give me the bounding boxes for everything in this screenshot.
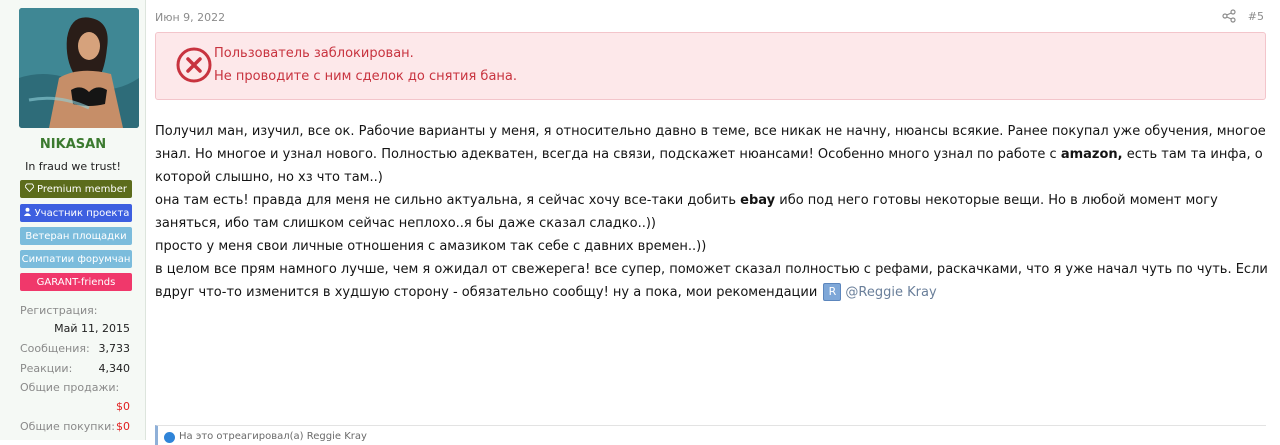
- badge-sympathy: Симпатии форумчан: [20, 250, 132, 268]
- purchases-value: $0: [116, 420, 130, 433]
- post-actions: #5: [1222, 9, 1264, 23]
- ban-warning: Не проводите с ним сделок до снятия бана…: [214, 69, 518, 84]
- message-bold: ebay: [740, 193, 776, 208]
- badge-label: Premium member: [37, 183, 127, 195]
- registration-value: Май 11, 2015: [54, 322, 130, 335]
- reactions-label: Реакции:: [20, 362, 73, 375]
- messages-label: Сообщения:: [20, 342, 90, 355]
- post-date[interactable]: Июн 9, 2022: [155, 11, 225, 24]
- badge-project-member: Участник проекта: [20, 204, 132, 222]
- reactions-bar[interactable]: На это отреагировал(а) Reggie Kray: [155, 425, 1266, 445]
- share-icon[interactable]: [1222, 9, 1236, 23]
- username[interactable]: NIKASAN: [0, 137, 146, 152]
- post-number[interactable]: #5: [1248, 10, 1264, 23]
- message-bold: amazon,: [1060, 147, 1123, 162]
- message-paragraph: Получил ман, изучил, все ок. Рабочие вар…: [155, 120, 1270, 189]
- mention-link[interactable]: @Reggie Kray: [845, 285, 936, 300]
- post-message: Получил ман, изучил, все ок. Рабочие вар…: [155, 120, 1270, 304]
- badge-label: Симпатии форумчан: [21, 253, 131, 265]
- reactions-text[interactable]: На это отреагировал(а) Reggie Kray: [179, 431, 367, 442]
- user-icon: [23, 207, 32, 219]
- banned-x-icon: [175, 46, 213, 84]
- badge-garant-friends: GARANT-friends: [20, 273, 132, 291]
- user-sidebar: NIKASAN In fraud we trust! Premium membe…: [0, 0, 146, 440]
- message-paragraph: просто у меня свои личные отношения с ам…: [155, 239, 707, 254]
- avatar[interactable]: [19, 8, 139, 128]
- avatar-image: [19, 8, 139, 128]
- diamond-icon: [24, 183, 35, 195]
- badge-label: Ветеран площадки: [25, 230, 127, 242]
- ban-title: Пользователь заблокирован.: [214, 46, 414, 61]
- sales-value: $0: [116, 400, 130, 413]
- message-text: в целом все прям намного лучше, чем я ож…: [155, 262, 1268, 300]
- like-icon: [164, 432, 175, 443]
- reactions-value: 4,340: [98, 362, 131, 375]
- badge-label: Участник проекта: [34, 207, 130, 219]
- user-title: In fraud we trust!: [25, 160, 121, 173]
- message-paragraph: она там есть! правда для меня не сильно …: [155, 189, 1270, 235]
- badge-label: GARANT-friends: [36, 276, 116, 288]
- ban-notice: Пользователь заблокирован. Не проводите …: [155, 32, 1266, 100]
- messages-value: 3,733: [98, 342, 131, 355]
- message-text: она там есть! правда для меня не сильно …: [155, 193, 741, 208]
- badge-veteran: Ветеран площадки: [20, 227, 132, 245]
- mention-avatar[interactable]: R: [823, 282, 842, 301]
- sales-label: Общие продажи:: [20, 381, 120, 394]
- badge-premium-member: Premium member: [20, 180, 132, 198]
- registration-label: Регистрация:: [20, 304, 98, 317]
- purchases-label: Общие покупки:: [20, 420, 115, 433]
- message-paragraph: в целом все прям намного лучше, чем я ож…: [155, 258, 1270, 304]
